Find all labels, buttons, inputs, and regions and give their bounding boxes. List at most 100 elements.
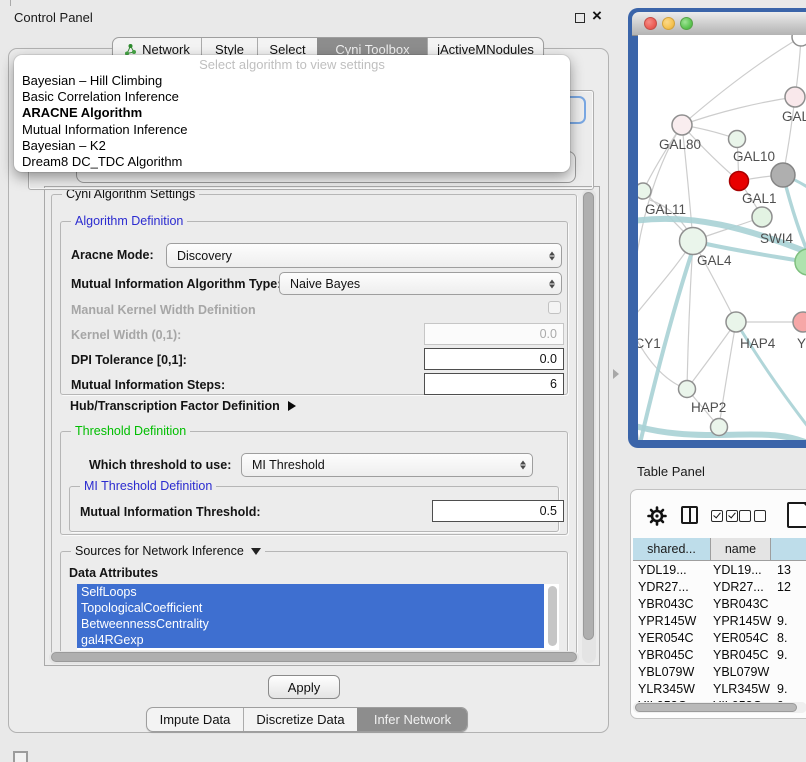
tab-impute-data[interactable]: Impute Data xyxy=(147,708,243,731)
network-node[interactable] xyxy=(752,207,772,227)
stepper-arrows-icon xyxy=(549,250,555,261)
attribute-item[interactable]: gal4RGexp xyxy=(77,632,544,648)
network-edge[interactable] xyxy=(687,322,736,389)
expand-right-icon xyxy=(288,401,296,411)
network-node[interactable] xyxy=(711,419,728,436)
network-node-hap2[interactable] xyxy=(679,381,696,398)
table-cell: YLR345W xyxy=(638,682,708,696)
column-header-partial[interactable]: A xyxy=(771,538,806,561)
document-icon[interactable] xyxy=(787,502,806,528)
table-row[interactable]: YLR345WYLR345W9. xyxy=(631,682,806,699)
network-node-gal1[interactable] xyxy=(730,172,749,191)
sources-group-title[interactable]: Sources for Network Inference xyxy=(71,544,265,558)
table-row[interactable]: YBR043CYBR043C xyxy=(631,597,806,614)
network-node-gal4[interactable] xyxy=(680,228,707,255)
attribute-item[interactable]: BetweennessCentrality xyxy=(77,616,544,632)
network-node-swi4[interactable] xyxy=(795,249,806,275)
network-node-label: GAL80 xyxy=(659,137,701,152)
algorithm-option[interactable]: Mutual Information Inference xyxy=(14,122,570,138)
table-row[interactable]: YBL079WYBL079W xyxy=(631,665,806,682)
settings-vertical-scrollbar[interactable] xyxy=(582,189,596,663)
attribute-items: SelfLoopsTopologicalCoefficientBetweenne… xyxy=(77,584,544,648)
data-attributes-list: SelfLoopsTopologicalCoefficientBetweenne… xyxy=(77,584,559,650)
stepper-arrows-icon xyxy=(520,460,526,471)
mi-type-combo[interactable]: Naive Bayes xyxy=(279,272,562,295)
split-divider-arrow-icon[interactable] xyxy=(613,369,619,379)
sources-group: Sources for Network Inference Data Attri… xyxy=(60,551,568,656)
table-row[interactable]: YER054CYER054C8. xyxy=(631,631,806,648)
checked-boxes-icon[interactable] xyxy=(711,510,738,522)
column-header-name-label: name xyxy=(725,542,756,556)
attribute-item[interactable]: SelfLoops xyxy=(77,584,544,600)
close-icon[interactable]: × xyxy=(592,6,602,26)
table-row[interactable]: YBR045CYBR045C9. xyxy=(631,648,806,665)
gear-icon[interactable] xyxy=(647,506,667,531)
kernel-width-label: Kernel Width (0,1): xyxy=(71,328,181,342)
traffic-light-minimize[interactable] xyxy=(662,17,675,30)
screen: Control Panel × Network Style Select Cyn… xyxy=(0,0,806,762)
network-window-titlebar[interactable] xyxy=(632,12,806,36)
network-edge[interactable] xyxy=(638,125,682,440)
column-header-shared-name-label: shared... xyxy=(647,542,696,556)
network-node-label: HAP2 xyxy=(691,400,726,415)
traffic-light-close[interactable] xyxy=(644,17,657,30)
table-cell: YBR043C xyxy=(713,597,775,611)
dropdown-prompt: Select algorithm to view settings xyxy=(14,57,570,73)
hub-definition-toggle[interactable]: Hub/Transcription Factor Definition xyxy=(70,399,296,413)
network-node-gal80[interactable] xyxy=(672,115,692,135)
mi-steps-field[interactable]: 6 xyxy=(424,373,564,395)
algorithm-option[interactable]: Dream8 DC_TDC Algorithm xyxy=(14,154,570,170)
algorithm-option[interactable]: Bayesian – Hill Climbing xyxy=(14,73,570,89)
list-scrollbar[interactable] xyxy=(548,586,557,646)
manual-kernel-checkbox[interactable] xyxy=(548,301,561,314)
minimized-frame-fragment[interactable] xyxy=(13,751,28,762)
network-edge[interactable] xyxy=(638,241,693,323)
mi-threshold-field[interactable]: 0.5 xyxy=(432,500,564,522)
network-node-gal11[interactable] xyxy=(638,183,651,199)
network-node[interactable] xyxy=(771,163,795,187)
apply-button[interactable]: Apply xyxy=(268,675,340,699)
tab-infer-network[interactable]: Infer Network xyxy=(357,708,467,731)
column-header-name[interactable]: name xyxy=(711,538,771,561)
float-icon[interactable] xyxy=(575,13,585,23)
traffic-light-zoom[interactable] xyxy=(680,17,693,30)
table-cell: YBR045C xyxy=(638,648,708,662)
column-header-shared-name[interactable]: shared... xyxy=(633,538,711,561)
algorithm-option[interactable]: ARACNE Algorithm xyxy=(14,105,570,121)
network-node-gal10[interactable] xyxy=(729,131,746,148)
which-threshold-combo[interactable]: MI Threshold xyxy=(241,453,533,477)
algorithm-option[interactable]: Bayesian – K2 xyxy=(14,138,570,154)
threshold-definition-title: Threshold Definition xyxy=(71,424,190,438)
network-node-gal[interactable] xyxy=(785,87,805,107)
table-cell: YDL19... xyxy=(713,563,775,577)
mi-type-label: Mutual Information Algorithm Type: xyxy=(71,277,281,291)
unchecked-boxes-icon[interactable] xyxy=(739,510,766,522)
network-node-label: Y xyxy=(797,336,806,351)
aracne-mode-combo[interactable]: Discovery xyxy=(166,243,562,268)
table-cell: YBR045C xyxy=(713,648,775,662)
table-row[interactable]: YPR145WYPR145W9. xyxy=(631,614,806,631)
table-cell: 13 xyxy=(777,563,806,577)
settings-horizontal-scrollbar[interactable] xyxy=(49,651,579,664)
network-node-hap4[interactable] xyxy=(726,312,746,332)
algorithm-option[interactable]: Basic Correlation Inference xyxy=(14,89,570,105)
settings-viewport: Cyni Algorithm Settings Algorithm Defini… xyxy=(44,186,600,666)
split-panel-icon[interactable] xyxy=(681,506,698,524)
table-cell: YDR27... xyxy=(638,580,708,594)
network-node-label: GAL10 xyxy=(733,149,775,164)
kernel-width-field[interactable]: 0.0 xyxy=(424,323,564,345)
network-canvas[interactable]: GALGAL80GAL10GAL1GAL11GAL4SWI4GCY1HAP4YH… xyxy=(638,35,806,440)
tab-discretize-data[interactable]: Discretize Data xyxy=(243,708,357,731)
table-cell: YPR145W xyxy=(713,614,775,628)
network-node-y[interactable] xyxy=(793,312,806,332)
network-node-label: GAL xyxy=(782,109,806,124)
table-cell: YER054C xyxy=(713,631,775,645)
mi-threshold-definition-title: MI Threshold Definition xyxy=(80,479,216,493)
network-graph: GALGAL80GAL10GAL1GAL11GAL4SWI4GCY1HAP4YH… xyxy=(638,35,806,440)
network-node[interactable] xyxy=(792,35,806,46)
dpi-tolerance-field[interactable]: 0.0 xyxy=(424,348,564,370)
table-horizontal-scrollbar[interactable] xyxy=(633,702,806,713)
table-row[interactable]: YDR27...YDR27...12 xyxy=(631,580,806,597)
table-row[interactable]: YDL19...YDL19...13 xyxy=(631,563,806,580)
attribute-item[interactable]: TopologicalCoefficient xyxy=(77,600,544,616)
